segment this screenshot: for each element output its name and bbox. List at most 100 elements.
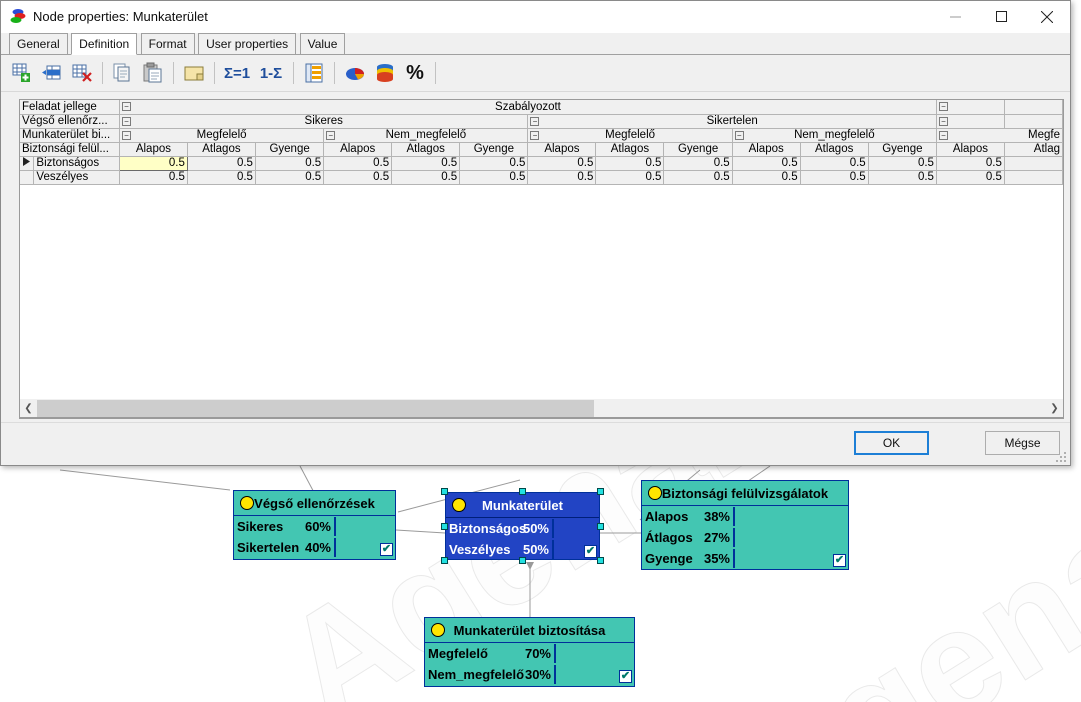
maximize-button[interactable] — [978, 1, 1024, 32]
stack-icon[interactable] — [370, 58, 400, 88]
tab-user-properties[interactable]: User properties — [198, 33, 297, 54]
row-selector[interactable] — [20, 170, 35, 185]
expander-icon[interactable]: − — [530, 116, 540, 126]
cell[interactable]: 0.5 — [936, 170, 1005, 185]
cell[interactable]: 0.5 — [459, 170, 529, 185]
node-checkbox[interactable]: ✔ — [380, 543, 393, 556]
column-header[interactable]: Alapos — [936, 142, 1005, 157]
close-button[interactable] — [1024, 1, 1070, 32]
cell[interactable]: 0.5 — [936, 156, 1005, 171]
cell[interactable]: 0.5 — [323, 156, 393, 171]
table-row[interactable]: Biztonságos 0.5 0.5 0.5 0.5 0.5 0.5 0.5 … — [20, 155, 1063, 171]
npt-grid[interactable]: Feladat jellege − Szabályozott − Végső e… — [19, 99, 1064, 419]
scroll-right-arrow-icon[interactable]: ❯ — [1046, 400, 1063, 417]
resize-handle-s[interactable] — [519, 557, 526, 564]
node-checkbox[interactable]: ✔ — [833, 554, 846, 567]
resize-handle-ne[interactable] — [597, 488, 604, 495]
column-header[interactable]: Alapos — [323, 142, 393, 157]
cell[interactable] — [1004, 170, 1063, 185]
ok-button[interactable]: OK — [854, 431, 929, 455]
cell[interactable]: 0.5 — [595, 156, 665, 171]
copy-icon[interactable] — [108, 58, 138, 88]
cell[interactable]: 0.5 — [663, 170, 733, 185]
node-checkbox[interactable]: ✔ — [619, 670, 632, 683]
column-header[interactable]: Gyenge — [255, 142, 325, 157]
expander-icon[interactable]: − — [938, 130, 948, 140]
expander-icon[interactable]: − — [121, 102, 131, 111]
cell[interactable]: 0.5 — [595, 170, 665, 185]
one-minus-sum-icon[interactable]: 1-Σ — [254, 58, 288, 88]
header-group-megfelelo-2[interactable]: − Megfelelő — [527, 128, 733, 143]
expander-icon[interactable]: − — [326, 130, 336, 140]
cell[interactable]: 0.5 — [119, 170, 188, 185]
header-group-nem-megfelelo-2[interactable]: − Nem_megfelelő — [732, 128, 937, 143]
percent-icon[interactable]: % — [400, 58, 430, 88]
diagram-node-munkaterulet[interactable]: Munkaterület Biztonságos 50% Veszélyes 5… — [445, 492, 600, 560]
cell[interactable]: 0.5 — [527, 170, 597, 185]
tab-general[interactable]: General — [9, 33, 68, 54]
header-group-megfelelo-3[interactable]: − Megfe — [936, 128, 1063, 143]
column-header[interactable]: Gyenge — [663, 142, 733, 157]
cell[interactable]: 0.5 — [255, 170, 325, 185]
note-icon[interactable] — [179, 58, 209, 88]
cell[interactable]: 0.5 — [255, 156, 325, 171]
cancel-button[interactable]: Mégse — [985, 431, 1060, 455]
cell-selected[interactable]: 0.5 — [118, 155, 188, 171]
column-header[interactable]: Átlag — [1004, 142, 1063, 157]
cell[interactable]: 0.5 — [391, 156, 461, 171]
cell[interactable]: 0.5 — [732, 156, 801, 171]
paste-icon[interactable] — [138, 58, 168, 88]
add-row-icon[interactable] — [7, 58, 37, 88]
expander-icon[interactable]: − — [938, 102, 948, 111]
cell[interactable]: 0.5 — [187, 170, 256, 185]
cell[interactable]: 0.5 — [391, 170, 461, 185]
header-group-sikeres[interactable]: − Sikeres — [119, 114, 529, 129]
cell[interactable]: 0.5 — [800, 170, 869, 185]
cell[interactable]: 0.5 — [323, 170, 393, 185]
header-group-megfelelo-1[interactable]: − Megfelelő — [119, 128, 325, 143]
pie-chart-icon[interactable] — [340, 58, 370, 88]
grid-horizontal-scrollbar[interactable]: ❮ ❯ — [19, 399, 1064, 418]
cell[interactable] — [1004, 156, 1063, 171]
header-group-sikertelen[interactable]: − Sikertelen — [527, 114, 937, 129]
delete-row-icon[interactable] — [67, 58, 97, 88]
insert-row-icon[interactable] — [37, 58, 67, 88]
dialog-titlebar[interactable]: Node properties: Munkaterület — [1, 1, 1070, 33]
column-header[interactable]: Alapos — [527, 142, 597, 157]
header-group-nem-megfelelo-1[interactable]: − Nem_megfelelő — [323, 128, 529, 143]
table-row[interactable]: Veszélyes 0.5 0.5 0.5 0.5 0.5 0.5 0.5 0.… — [20, 170, 1063, 185]
cell[interactable]: 0.5 — [663, 156, 733, 171]
header-group-2[interactable]: − — [936, 100, 1005, 115]
scroll-left-arrow-icon[interactable]: ❮ — [20, 400, 37, 417]
cell[interactable]: 0.5 — [732, 170, 801, 185]
node-checkbox[interactable]: ✔ — [584, 545, 597, 558]
header-group-3[interactable] — [1004, 100, 1063, 115]
resize-grip-icon[interactable] — [1054, 450, 1066, 462]
resize-handle-e[interactable] — [597, 523, 604, 530]
column-header[interactable]: Gyenge — [868, 142, 937, 157]
diagram-node-vegso-ellenorzesek[interactable]: Végső ellenőrzések Sikeres 60% Sikertele… — [233, 490, 396, 560]
expander-icon[interactable]: − — [734, 130, 744, 140]
cell[interactable]: 0.5 — [868, 156, 937, 171]
expander-icon[interactable]: − — [530, 130, 540, 140]
tab-definition[interactable]: Definition — [71, 33, 138, 55]
resize-handle-sw[interactable] — [441, 557, 448, 564]
header-group-partial[interactable]: − — [936, 114, 1005, 129]
resize-handle-se[interactable] — [597, 557, 604, 564]
tab-value[interactable]: Value — [299, 33, 346, 54]
expander-icon[interactable]: − — [121, 130, 131, 140]
column-header[interactable]: Gyenge — [459, 142, 529, 157]
table-format-icon[interactable] — [299, 58, 329, 88]
cell[interactable]: 0.5 — [800, 156, 869, 171]
column-header[interactable]: Átlagos — [391, 142, 461, 157]
column-header[interactable]: Átlagos — [800, 142, 869, 157]
column-header[interactable]: Átlagos — [595, 142, 665, 157]
diagram-node-biztonsagi-felulvizsgalatok[interactable]: Biztonsági felülvizsgálatok Alapos 38% Á… — [641, 480, 849, 570]
cell[interactable]: 0.5 — [459, 156, 529, 171]
expander-icon[interactable]: − — [938, 116, 948, 126]
scrollbar-thumb[interactable] — [37, 399, 594, 417]
scrollbar-track[interactable] — [37, 399, 1046, 417]
cell[interactable]: 0.5 — [527, 156, 597, 171]
column-header[interactable]: Alapos — [119, 142, 188, 157]
diagram-node-munkaterulet-biztositasa[interactable]: Munkaterület biztosítása Megfelelő 70% N… — [424, 617, 635, 687]
